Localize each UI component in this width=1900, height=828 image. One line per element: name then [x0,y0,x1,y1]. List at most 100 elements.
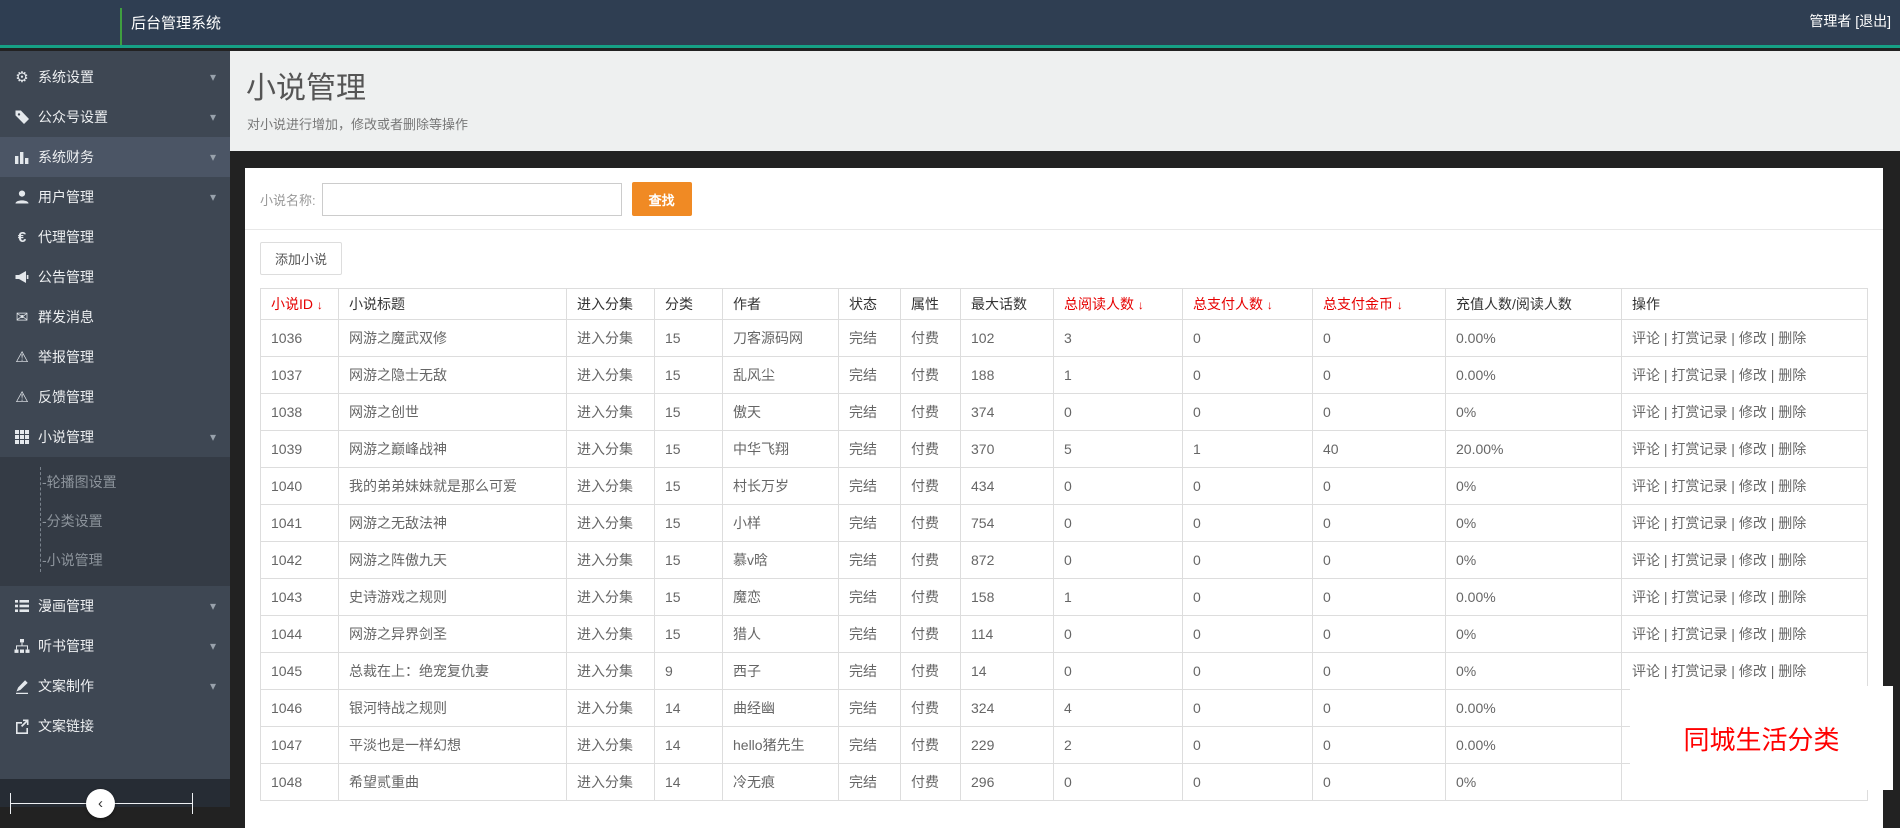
add-novel-button[interactable]: 添加小说 [260,242,343,275]
app-title: 后台管理系统 [131,15,222,32]
op-link[interactable]: 删除 [1778,478,1806,494]
op-link[interactable]: 打赏记录 [1671,367,1727,383]
op-link[interactable]: 打赏记录 [1671,404,1727,420]
sort-arrow-icon: ↓ [316,298,323,312]
table-cell: 0 [1312,541,1446,579]
sidebar-subitem[interactable]: -分类设置 [0,502,230,541]
table-cell: 15 [654,319,723,357]
table-cell: 网游之创世 [338,393,567,431]
sidebar-item-reports[interactable]: ⚠ 举报管理 [0,337,230,377]
table-cell: 村长万岁 [722,467,839,505]
column-header[interactable]: 总支付金币 ↓ [1312,288,1446,320]
op-link[interactable]: 修改 [1739,330,1767,346]
search-button[interactable]: 查找 [631,182,692,216]
op-link[interactable]: 删除 [1778,589,1806,605]
op-link[interactable]: 评论 [1632,515,1660,531]
op-link[interactable]: 打赏记录 [1671,330,1727,346]
column-header[interactable]: 小说ID ↓ [260,288,339,320]
sidebar-item-users[interactable]: 用户管理 ▾ [0,177,230,217]
op-link[interactable]: 删除 [1778,626,1806,642]
sidebar-item-copywriting[interactable]: 文案制作 ▾ [0,666,230,706]
sidebar-subitem[interactable]: -轮播图设置 [0,463,230,502]
enter-episodes-link[interactable]: 进入分集 [577,367,633,383]
op-link[interactable]: 打赏记录 [1671,441,1727,457]
logout-link[interactable]: [退出] [1855,13,1891,29]
sidebar-collapse-button[interactable]: ‹ [86,789,115,818]
op-link[interactable]: 打赏记录 [1671,626,1727,642]
op-link[interactable]: 删除 [1778,330,1806,346]
warning-icon: ⚠ [15,349,29,366]
op-link[interactable]: 修改 [1739,663,1767,679]
sidebar-item-comics[interactable]: 漫画管理 ▾ [0,586,230,626]
sidebar-item-announcements[interactable]: 公告管理 [0,257,230,297]
op-link[interactable]: 修改 [1739,552,1767,568]
op-link[interactable]: 修改 [1739,404,1767,420]
enter-episodes-link[interactable]: 进入分集 [577,478,633,494]
table-cell: 0% [1445,541,1622,579]
column-header[interactable]: 总支付人数 ↓ [1182,288,1313,320]
op-link[interactable]: 修改 [1739,367,1767,383]
sidebar-item-label: 举报管理 [38,349,94,365]
table-cell: 1048 [260,763,339,801]
sidebar-item-official-account[interactable]: 公众号设置 ▾ [0,97,230,137]
op-link[interactable]: 修改 [1739,478,1767,494]
op-link[interactable]: 删除 [1778,515,1806,531]
op-link[interactable]: 修改 [1739,515,1767,531]
table-cell: 0 [1053,652,1183,690]
op-link[interactable]: 评论 [1632,552,1660,568]
table-row: 1047 平淡也是一样幻想 进入分集 14 hello猪先生 完结 付费 229 2 0 0 0.00… [260,726,1868,764]
table-cell: 1039 [260,430,339,468]
op-link[interactable]: 评论 [1632,441,1660,457]
sidebar-item-audiobooks[interactable]: 听书管理 ▾ [0,626,230,666]
op-link[interactable]: 评论 [1632,330,1660,346]
op-link[interactable]: 打赏记录 [1671,515,1727,531]
enter-episodes-link[interactable]: 进入分集 [577,737,633,753]
table-cell: 付费 [900,319,961,357]
op-link[interactable]: 修改 [1739,441,1767,457]
enter-episodes-link[interactable]: 进入分集 [577,515,633,531]
op-link[interactable]: 修改 [1739,626,1767,642]
op-link[interactable]: 评论 [1632,626,1660,642]
sidebar-item-agents[interactable]: € 代理管理 [0,217,230,257]
enter-episodes-link[interactable]: 进入分集 [577,552,633,568]
table-row: 1048希望贰重曲进入分集14冷无痕完结付费2960000%评论 | 打赏记录 … [260,763,1868,801]
op-link[interactable]: 打赏记录 [1671,478,1727,494]
enter-episodes-link[interactable]: 进入分集 [577,700,633,716]
op-link[interactable]: 评论 [1632,663,1660,679]
enter-episodes-link[interactable]: 进入分集 [577,330,633,346]
table-cell: 0 [1312,578,1446,616]
op-link[interactable]: 修改 [1739,589,1767,605]
sidebar-item-broadcast[interactable]: ✉ 群发消息 [0,297,230,337]
op-link[interactable]: 删除 [1778,367,1806,383]
op-link[interactable]: 删除 [1778,552,1806,568]
enter-episodes-link[interactable]: 进入分集 [577,404,633,420]
enter-episodes-link[interactable]: 进入分集 [577,441,633,457]
sidebar-menu: ⚙ 系统设置 ▾ 公众号设置 ▾ 系统财务 ▾ 用户管理 ▾ € 代理管理 公告管理 ✉ 群发消息 ⚠ 举报管… [0,51,230,746]
op-link[interactable]: 评论 [1632,589,1660,605]
op-link[interactable]: 删除 [1778,404,1806,420]
op-link[interactable]: 打赏记录 [1671,552,1727,568]
op-link[interactable]: 评论 [1632,478,1660,494]
sidebar-item-feedback[interactable]: ⚠ 反馈管理 [0,377,230,417]
op-link[interactable]: 打赏记录 [1671,663,1727,679]
op-link[interactable]: 删除 [1778,441,1806,457]
sidebar-item-system-settings[interactable]: ⚙ 系统设置 ▾ [0,57,230,97]
enter-episodes-link[interactable]: 进入分集 [577,774,633,790]
enter-episodes-link[interactable]: 进入分集 [577,626,633,642]
table-cell: 1042 [260,541,339,579]
table-cell: 0% [1445,763,1622,801]
enter-episodes-link[interactable]: 进入分集 [577,663,633,679]
sidebar-subitem[interactable]: -小说管理 [0,541,230,580]
op-link[interactable]: 评论 [1632,404,1660,420]
sidebar-item-label: 漫画管理 [38,598,94,614]
sidebar-item-finance[interactable]: 系统财务 ▾ [0,137,230,177]
op-link[interactable]: 打赏记录 [1671,589,1727,605]
sidebar-item-copy-links[interactable]: 文案链接 [0,706,230,746]
sort-arrow-icon: ↓ [1137,298,1144,312]
column-header[interactable]: 总阅读人数 ↓ [1053,288,1183,320]
op-link[interactable]: 删除 [1778,663,1806,679]
enter-episodes-link[interactable]: 进入分集 [577,589,633,605]
sidebar-item-novels[interactable]: 小说管理 ▾ [0,417,230,457]
search-input[interactable] [321,182,622,216]
op-link[interactable]: 评论 [1632,367,1660,383]
